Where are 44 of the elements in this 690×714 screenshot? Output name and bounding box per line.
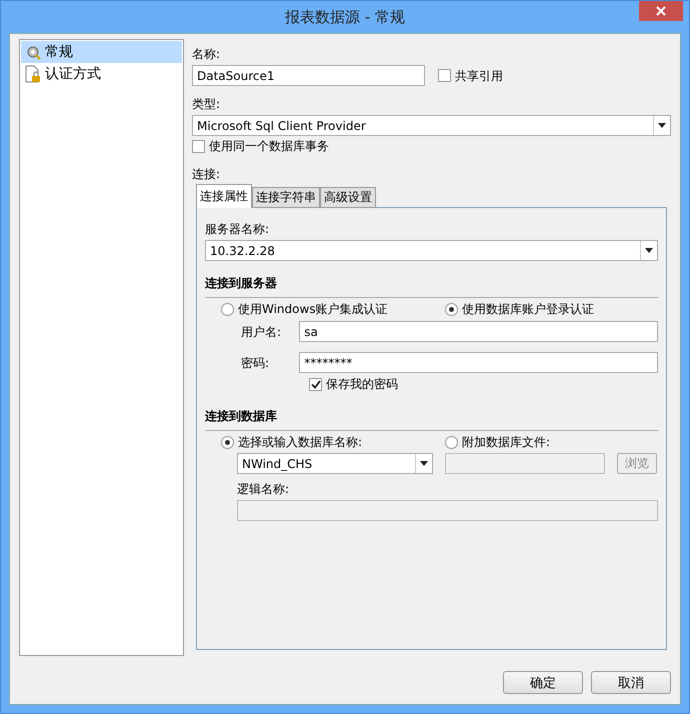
sidebar-item[interactable]: 认证方式: [21, 63, 182, 85]
radio-label: 附加数据库文件:: [462, 435, 550, 449]
dropdown-arrow-icon: [420, 461, 428, 466]
dropdown-arrow-icon: [645, 248, 653, 253]
radio-button[interactable]: [445, 436, 458, 448]
document-lock-icon: [25, 65, 41, 83]
close-button[interactable]: [639, 1, 683, 21]
checkbox[interactable]: [438, 69, 451, 82]
ok-button[interactable]: 确定: [503, 671, 583, 694]
database-dropdown[interactable]: NWind_CHS: [237, 453, 433, 474]
checkbox-label: 使用同一个数据库事务: [209, 139, 329, 153]
field-label: 连接:: [192, 167, 222, 181]
field-label: 用户名:: [241, 324, 282, 338]
field-label: 密码:: [241, 356, 270, 370]
window-title: 报表数据源 - 常规: [285, 8, 405, 26]
type-dropdown[interactable]: Microsoft Sql Client Provider: [192, 115, 671, 136]
tab[interactable]: 连接字符串: [252, 187, 320, 208]
tab[interactable]: 连接属性: [196, 184, 252, 208]
name-field[interactable]: DataSource1: [192, 65, 425, 86]
username-field[interactable]: sa: [299, 321, 658, 342]
radio-label: 使用数据库账户登录认证: [462, 302, 594, 316]
field-label: 类型:: [192, 97, 222, 111]
section-heading: 连接到服务器: [205, 275, 278, 292]
field-label: 逻辑名称:: [237, 482, 290, 496]
checkbox-label: 共享引用: [455, 68, 503, 82]
cancel-button[interactable]: 取消: [591, 671, 671, 694]
field-label: 服务器名称:: [205, 222, 270, 236]
sidebar-item[interactable]: 常规: [21, 41, 182, 63]
checkbox[interactable]: [309, 378, 322, 390]
password-field[interactable]: ********: [299, 352, 658, 373]
dropdown-arrow-icon: [658, 123, 666, 128]
checkbox-label: 保存我的密码: [326, 377, 398, 391]
radio-button[interactable]: [221, 436, 234, 448]
tab[interactable]: 高级设置: [320, 187, 376, 208]
check-mark-icon: [310, 380, 320, 388]
radio-label: 使用Windows账户集成认证: [238, 302, 388, 316]
section-heading: 连接到数据库: [205, 408, 278, 425]
close-icon: [656, 6, 666, 16]
radio-label: 选择或输入数据库名称:: [238, 435, 362, 449]
radio-button[interactable]: [445, 302, 458, 316]
field-label: 名称:: [192, 47, 222, 61]
checkbox[interactable]: [192, 140, 205, 152]
server-dropdown[interactable]: 10.32.2.28: [205, 240, 658, 261]
radio-button[interactable]: [221, 302, 234, 316]
